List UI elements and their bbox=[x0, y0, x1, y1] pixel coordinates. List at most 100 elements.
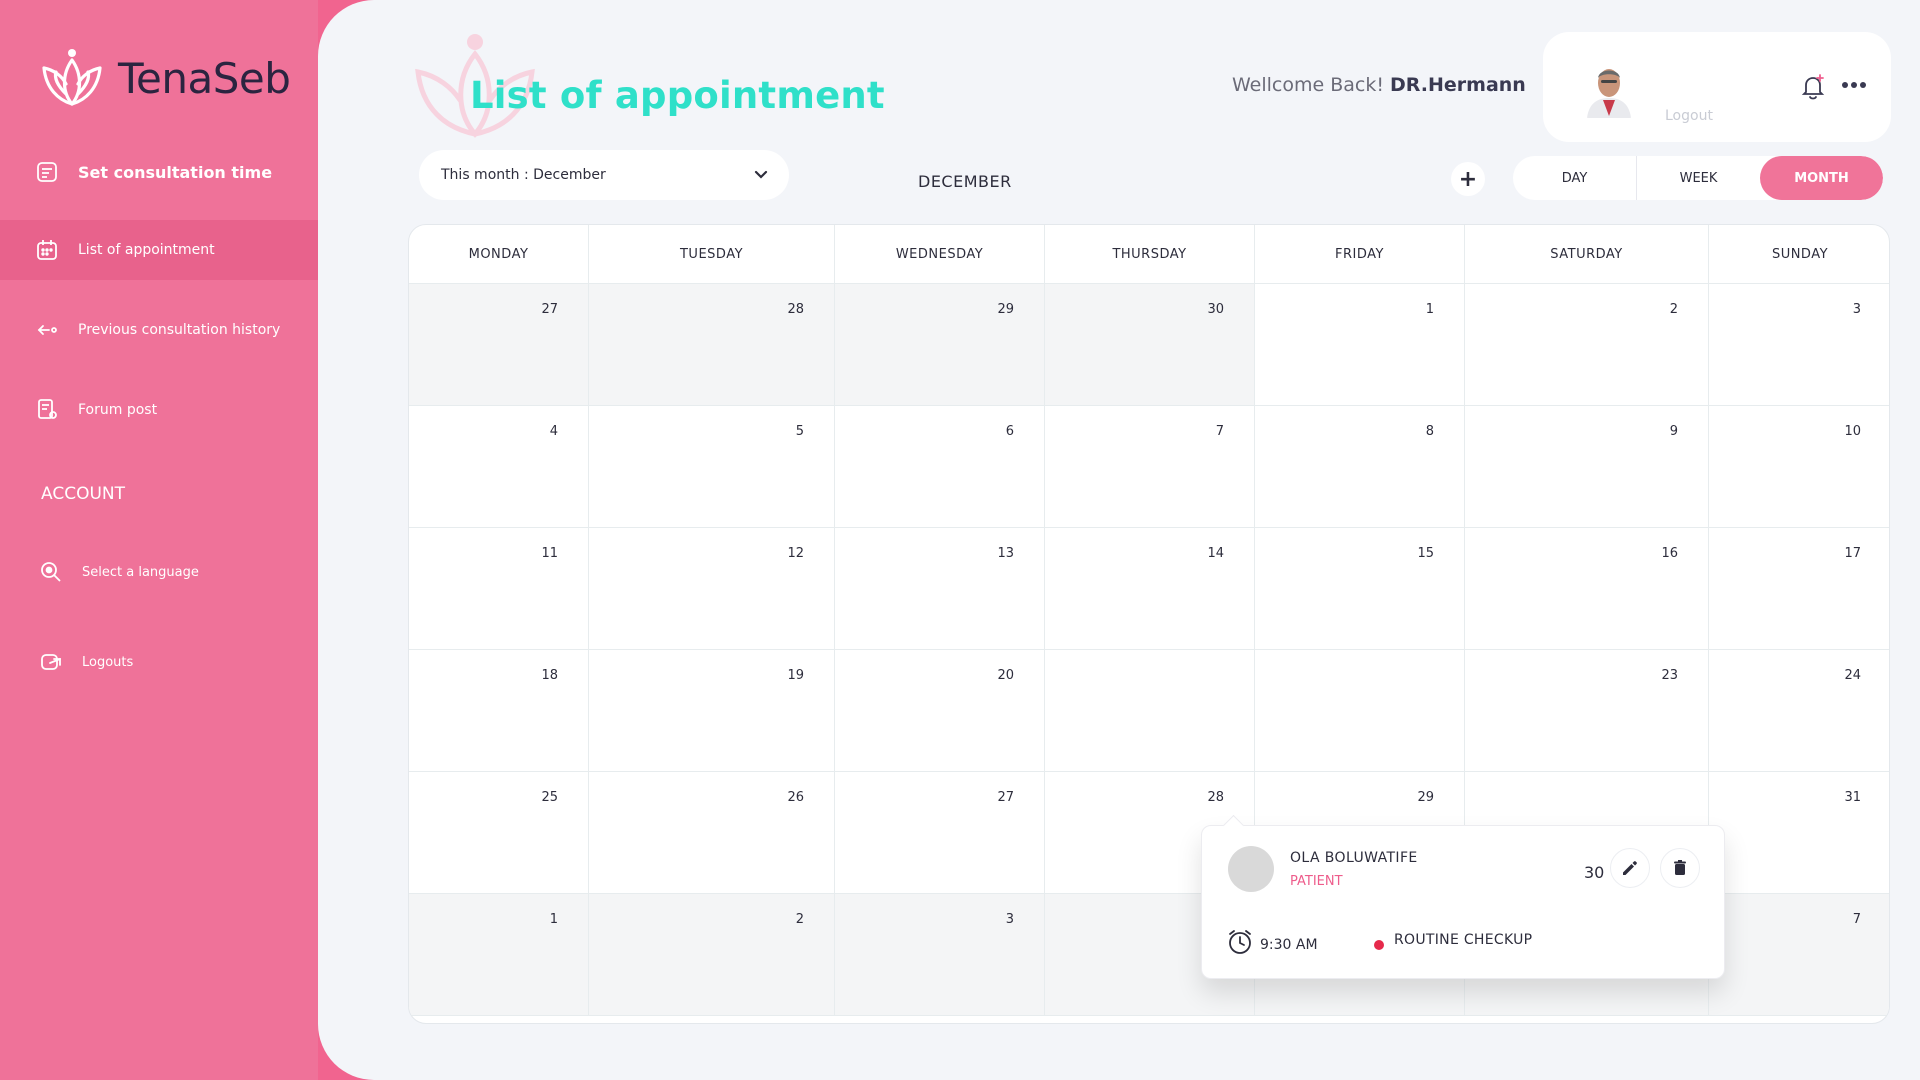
day-number: 10 bbox=[1844, 424, 1861, 439]
calendar-day-cell[interactable]: 8 bbox=[1255, 406, 1465, 528]
day-number: 30 bbox=[1207, 302, 1224, 317]
user-card: Logout bbox=[1543, 32, 1891, 142]
page-title: List of appointment bbox=[470, 74, 885, 117]
weekday-header-thursday: THURSDAY bbox=[1045, 225, 1255, 284]
calendar-day-cell[interactable]: 29 bbox=[835, 284, 1045, 406]
calendar-day-cell[interactable]: 26 bbox=[589, 772, 835, 894]
day-number: 25 bbox=[541, 790, 558, 805]
calendar-day-cell[interactable]: 3 bbox=[1709, 284, 1889, 406]
logout-link[interactable]: Logout bbox=[1665, 108, 1713, 124]
calendar-day-cell[interactable]: 2 bbox=[1465, 284, 1709, 406]
view-month-button[interactable]: MONTH bbox=[1760, 156, 1883, 200]
sidebar-item-list-of-appointment[interactable]: List of appointment bbox=[0, 220, 318, 280]
calendar-day-cell[interactable] bbox=[1255, 650, 1465, 772]
calendar-day-cell[interactable]: 17 bbox=[1709, 528, 1889, 650]
calendar-day-cell[interactable]: 12 bbox=[589, 528, 835, 650]
day-number: 29 bbox=[1417, 790, 1434, 805]
calendar-day-cell[interactable]: 1 bbox=[409, 894, 589, 1016]
welcome-message: Wellcome Back! DR.Hermann bbox=[1232, 74, 1526, 96]
sidebar-item-previous-consultation-history[interactable]: Previous consultation history bbox=[0, 300, 318, 360]
calendar-day-cell[interactable]: 23 bbox=[1465, 650, 1709, 772]
calendar-day-cell[interactable]: 7 bbox=[1709, 894, 1889, 1016]
calendar-day-cell[interactable]: 31 bbox=[1709, 772, 1889, 894]
sidebar-item-forum-post[interactable]: Forum post bbox=[0, 380, 318, 440]
pencil-icon bbox=[1623, 861, 1637, 875]
day-number: 1 bbox=[549, 912, 558, 927]
day-number: 5 bbox=[795, 424, 804, 439]
forum-doc-icon bbox=[34, 397, 60, 423]
calendar-day-cell[interactable]: 14 bbox=[1045, 528, 1255, 650]
appointment-time: 9:30 AM bbox=[1260, 937, 1318, 953]
calendar-day-cell[interactable]: 10 bbox=[1709, 406, 1889, 528]
current-month-label: DECEMBER bbox=[918, 172, 1012, 191]
sidebar: TenaSeb Set consultation time List of ap… bbox=[0, 0, 318, 1080]
day-number: 7 bbox=[1215, 424, 1224, 439]
patient-name: OLA BOLUWATIFE bbox=[1290, 850, 1418, 866]
day-number: 12 bbox=[787, 546, 804, 561]
appointment-popover: OLA BOLUWATIFE PATIENT 30 9:30 AM ROUTIN… bbox=[1201, 825, 1725, 979]
calendar-day-cell[interactable]: 2 bbox=[589, 894, 835, 1016]
calendar-day-cell[interactable]: 27 bbox=[835, 772, 1045, 894]
month-calendar: MONDAY TUESDAY WEDNESDAY THURSDAY FRIDAY SATU… bbox=[408, 224, 1890, 1024]
sidebar-item-logouts[interactable]: Logouts bbox=[0, 632, 318, 692]
status-dot bbox=[1374, 940, 1384, 950]
add-appointment-button[interactable]: + bbox=[1451, 162, 1485, 196]
appointment-reason: ROUTINE CHECKUP bbox=[1394, 932, 1533, 948]
weekday-header-sunday: SUNDAY bbox=[1771, 247, 1829, 262]
calendar-day-cell[interactable]: 20 bbox=[835, 650, 1045, 772]
lotus-logo-icon bbox=[42, 49, 102, 106]
calendar-day-cell[interactable]: 27 bbox=[409, 284, 589, 406]
day-number: 29 bbox=[997, 302, 1014, 317]
weekday-header-tuesday: TUESDAY bbox=[589, 225, 835, 284]
calendar-day-cell[interactable] bbox=[1045, 650, 1255, 772]
weekday-header-monday: MONDAY bbox=[409, 225, 589, 284]
calendar-day-cell[interactable]: 1 bbox=[1255, 284, 1465, 406]
day-number: 4 bbox=[549, 424, 558, 439]
calendar-day-cell[interactable]: 28 bbox=[589, 284, 835, 406]
brand-logo[interactable]: TenaSeb bbox=[36, 44, 291, 112]
view-day-button[interactable]: DAY bbox=[1513, 156, 1637, 200]
day-number: 27 bbox=[541, 302, 558, 317]
notification-bell-icon[interactable] bbox=[1798, 72, 1828, 102]
calendar-day-cell[interactable]: 19 bbox=[589, 650, 835, 772]
calendar-day-cell[interactable]: 24 bbox=[1709, 650, 1889, 772]
day-number: 18 bbox=[541, 668, 558, 683]
sidebar-item-set-consultation-time[interactable]: Set consultation time bbox=[0, 142, 318, 202]
brand-name: TenaSeb bbox=[118, 53, 291, 103]
patient-avatar bbox=[1228, 846, 1274, 892]
calendar-icon bbox=[34, 237, 60, 263]
calendar-day-cell[interactable]: 9 bbox=[1465, 406, 1709, 528]
view-week-button[interactable]: WEEK bbox=[1637, 156, 1760, 200]
day-number: 11 bbox=[541, 546, 558, 561]
delete-appointment-button[interactable] bbox=[1660, 848, 1700, 888]
calendar-day-cell[interactable]: 16 bbox=[1465, 528, 1709, 650]
calendar-day-cell[interactable]: 5 bbox=[589, 406, 835, 528]
calendar-day-cell[interactable]: 7 bbox=[1045, 406, 1255, 528]
day-number: 16 bbox=[1661, 546, 1678, 561]
edit-appointment-button[interactable] bbox=[1610, 848, 1650, 888]
calendar-day-cell[interactable]: 25 bbox=[409, 772, 589, 894]
day-number: 2 bbox=[795, 912, 804, 927]
calendar-day-cell[interactable]: 30 bbox=[1045, 284, 1255, 406]
calendar-day-cell[interactable]: 15 bbox=[1255, 528, 1465, 650]
calendar-day-cell[interactable]: 11 bbox=[409, 528, 589, 650]
day-number: 24 bbox=[1844, 668, 1861, 683]
avatar[interactable] bbox=[1581, 58, 1637, 118]
calendar-day-cell[interactable]: 6 bbox=[835, 406, 1045, 528]
day-number: 31 bbox=[1844, 790, 1861, 805]
sidebar-item-select-language[interactable]: Select a language bbox=[0, 542, 318, 602]
chevron-down-icon bbox=[751, 165, 771, 185]
calendar-header-row: MONDAY TUESDAY WEDNESDAY THURSDAY FRIDAY SATU… bbox=[409, 225, 1889, 284]
calendar-day-cell[interactable]: 18 bbox=[409, 650, 589, 772]
more-options-icon[interactable] bbox=[1839, 72, 1869, 98]
weekday-header-wednesday: WEDNESDAY bbox=[835, 225, 1045, 284]
calendar-day-cell[interactable]: 3 bbox=[835, 894, 1045, 1016]
day-number: 27 bbox=[997, 790, 1014, 805]
calendar-day-cell[interactable]: 13 bbox=[835, 528, 1045, 650]
day-number: 28 bbox=[787, 302, 804, 317]
sidebar-item-label: Logouts bbox=[82, 654, 134, 670]
sidebar-item-label: Forum post bbox=[78, 402, 158, 418]
clock-doc-icon bbox=[34, 159, 60, 185]
month-select-dropdown[interactable]: This month : December bbox=[419, 150, 789, 200]
calendar-day-cell[interactable]: 4 bbox=[409, 406, 589, 528]
